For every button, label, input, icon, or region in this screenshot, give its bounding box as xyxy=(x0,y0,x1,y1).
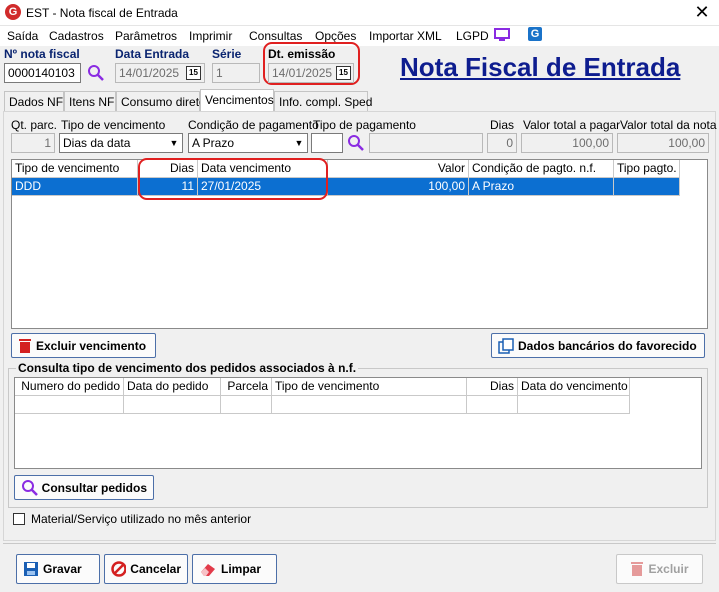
gravar-label: Gravar xyxy=(43,562,82,576)
menu-bar xyxy=(0,26,719,46)
grid-header[interactable]: Data do pedido xyxy=(124,378,221,396)
dt-emissao-label: Dt. emissão xyxy=(268,47,336,61)
tipo-venc-select[interactable]: Dias da data xyxy=(59,133,183,153)
table-row[interactable] xyxy=(272,396,467,414)
chevron-down-icon[interactable]: ▼ xyxy=(166,134,182,152)
chevron-down-icon[interactable]: ▼ xyxy=(291,134,307,152)
excluir-vencimento-label: Excluir vencimento xyxy=(36,338,147,353)
qt-parc-input[interactable]: 1 xyxy=(11,133,55,153)
tab-vencimentos[interactable]: Vencimentos xyxy=(200,89,274,112)
menu-cadastros[interactable]: Cadastros xyxy=(49,29,104,43)
calendar-icon[interactable]: 15 xyxy=(186,66,201,80)
menu-parametros[interactable]: Parâmetros xyxy=(115,29,177,43)
tab-info-compl-sped[interactable]: Info. compl. Sped xyxy=(274,91,372,111)
tab-dados-nf[interactable]: Dados NF xyxy=(4,91,64,111)
eraser-icon xyxy=(201,564,215,576)
cancel-icon xyxy=(111,561,127,577)
nota-fiscal-input[interactable]: 0000140103 xyxy=(4,63,81,83)
tipo-pag-label: Tipo de pagamento xyxy=(313,118,416,132)
page-title: Nota Fiscal de Entrada xyxy=(400,52,681,82)
material-servico-checkbox[interactable] xyxy=(13,513,25,525)
close-icon[interactable]: ✕ xyxy=(692,2,712,22)
tab-consumo-direto[interactable]: Consumo direto xyxy=(116,91,206,111)
tab-itens-nf[interactable]: Itens NF xyxy=(64,91,116,111)
valor-nota-input[interactable]: 100,00 xyxy=(617,133,709,153)
excluir-vencimento-button[interactable]: Excluir vencimento xyxy=(11,333,156,358)
trash-icon xyxy=(19,338,31,353)
copy-icon xyxy=(498,337,514,354)
limpar-button[interactable]: Limpar xyxy=(192,554,277,584)
trash-icon xyxy=(631,562,644,576)
tipo-venc-label: Tipo de vencimento xyxy=(61,118,166,132)
grid-header[interactable]: Valor xyxy=(328,160,469,178)
grid-header[interactable]: Tipo de vencimento xyxy=(272,378,467,396)
serie-label: Série xyxy=(212,47,242,61)
dados-bancarios-button[interactable]: Dados bancários do favorecido xyxy=(491,333,705,358)
grid-header[interactable]: Dias xyxy=(467,378,518,396)
highlight-dias-data xyxy=(138,158,328,200)
search-icon xyxy=(22,479,38,496)
table-row[interactable] xyxy=(15,396,124,414)
limpar-label: Limpar xyxy=(221,562,262,576)
table-row[interactable]: DDD xyxy=(12,178,138,196)
table-row[interactable] xyxy=(518,396,630,414)
tipo-pag-input[interactable] xyxy=(311,133,343,153)
g-app-icon[interactable]: G xyxy=(528,27,542,41)
dias-input[interactable]: 0 xyxy=(487,133,517,153)
app-logo-icon: G xyxy=(5,4,21,20)
search-icon[interactable] xyxy=(347,134,365,152)
data-entrada-label: Data Entrada xyxy=(115,47,190,61)
nota-fiscal-label: Nº nota fiscal xyxy=(4,47,80,61)
menu-opcoes[interactable]: Opções xyxy=(315,29,356,43)
table-row[interactable]: A Prazo xyxy=(469,178,614,196)
cond-pag-select[interactable]: A Prazo xyxy=(188,133,308,153)
save-icon xyxy=(24,562,38,576)
dias-label: Dias xyxy=(490,118,515,132)
material-servico-label: Material/Serviço utilizado no mês anteri… xyxy=(31,512,252,526)
menu-importar-xml[interactable]: Importar XML xyxy=(369,29,442,43)
cond-pag-label: Condição de pagamento xyxy=(188,118,319,132)
table-row[interactable] xyxy=(467,396,518,414)
window-title: EST - Nota fiscal de Entrada xyxy=(26,6,178,20)
tipo-pag-desc xyxy=(369,133,483,153)
grid-header[interactable]: Parcela xyxy=(221,378,272,396)
menu-imprimir[interactable]: Imprimir xyxy=(189,29,232,43)
menu-lgpd[interactable]: LGPD xyxy=(456,29,489,43)
calendar-icon[interactable]: 15 xyxy=(336,66,351,80)
dados-bancarios-label: Dados bancários do favorecido xyxy=(518,338,697,353)
grid-header[interactable]: Tipo de vencimento xyxy=(12,160,138,178)
grid-header[interactable]: Tipo pagto. xyxy=(614,160,680,178)
serie-input[interactable]: 1 xyxy=(212,63,260,83)
table-row[interactable]: 100,00 xyxy=(328,178,469,196)
grid-header[interactable]: Condição de pagto. n.f. xyxy=(469,160,614,178)
table-row[interactable] xyxy=(614,178,680,196)
table-row[interactable] xyxy=(221,396,272,414)
consulta-group-title: Consulta tipo de vencimento dos pedidos … xyxy=(16,361,359,375)
consultar-pedidos-label: Consultar pedidos xyxy=(41,480,147,495)
excluir-button[interactable]: Excluir xyxy=(616,554,703,584)
menu-consultas[interactable]: Consultas xyxy=(249,29,302,43)
valor-pagar-input[interactable]: 100,00 xyxy=(521,133,613,153)
table-row[interactable] xyxy=(124,396,221,414)
grid-header[interactable]: Data do vencimento xyxy=(518,378,630,396)
menu-saida[interactable]: Saída xyxy=(7,29,38,43)
grid-header[interactable]: Numero do pedido xyxy=(15,378,124,396)
monitor-icon[interactable] xyxy=(494,28,510,42)
valor-nota-label: Valor total da nota xyxy=(620,118,717,132)
valor-pagar-label: Valor total a pagar xyxy=(523,118,621,132)
cancelar-label: Cancelar xyxy=(130,562,181,576)
qt-parc-label: Qt. parc. xyxy=(11,118,58,132)
search-icon[interactable] xyxy=(87,64,105,82)
excluir-label: Excluir xyxy=(648,562,689,576)
gravar-button[interactable]: Gravar xyxy=(16,554,100,584)
consultar-pedidos-button[interactable]: Consultar pedidos xyxy=(14,475,154,500)
cancelar-button[interactable]: Cancelar xyxy=(104,554,188,584)
divider xyxy=(3,543,716,544)
